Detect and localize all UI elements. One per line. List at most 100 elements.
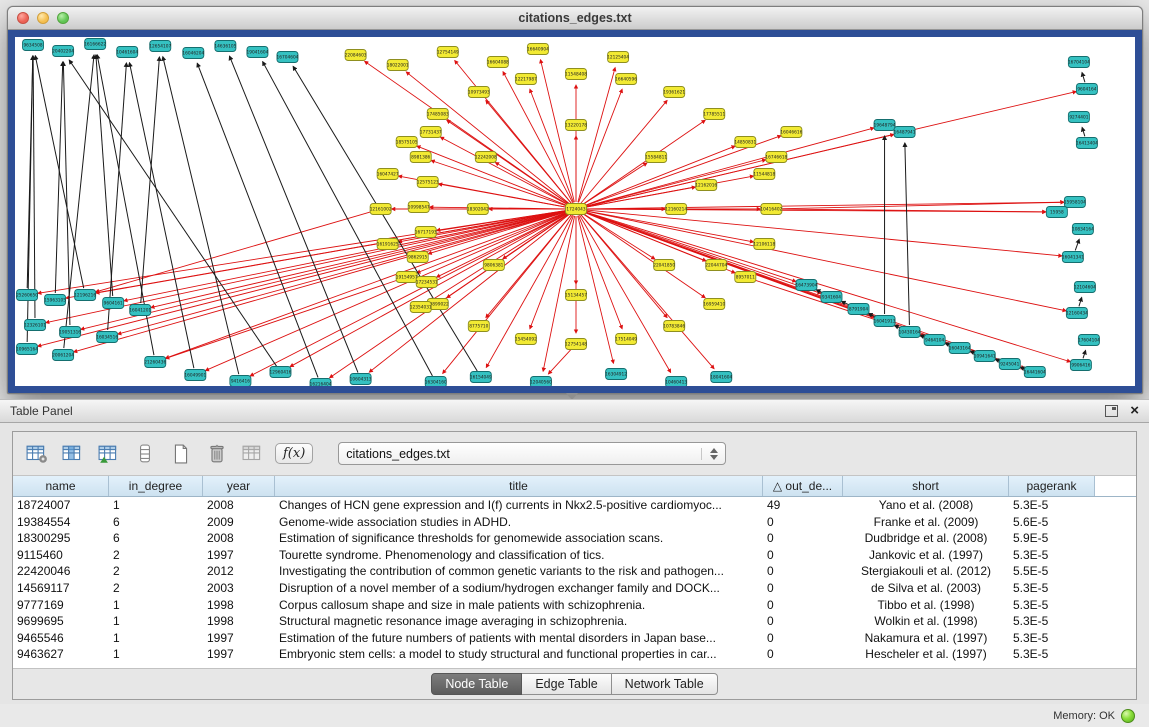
column-header-in_degree[interactable]: in_degree <box>109 476 203 496</box>
graph-node[interactable]: 19361621 <box>663 87 685 98</box>
table-row[interactable]: 1938455462009Genome-wide association stu… <box>13 514 1136 531</box>
graph-node[interactable]: 19051316 <box>59 327 81 338</box>
graph-node[interactable]: 9341604 <box>821 292 842 303</box>
tab-edge-table[interactable]: Edge Table <box>522 673 611 695</box>
graph-node[interactable]: 15584811 <box>645 152 667 163</box>
graph-node[interactable]: 9604161 <box>103 298 124 309</box>
float-panel-icon[interactable] <box>1105 405 1118 417</box>
graph-node[interactable]: 8775710 <box>468 321 489 332</box>
graph-node[interactable]: 12754148 <box>565 339 587 350</box>
graph-node[interactable]: 16704604 <box>277 52 299 63</box>
graph-node[interactable]: 16441604 <box>1024 367 1046 378</box>
graph-node[interactable]: 14850831 <box>734 137 756 148</box>
graph-node[interactable]: 21260436 <box>144 357 166 368</box>
table-body[interactable]: 1872400712008Changes of HCN gene express… <box>13 497 1136 668</box>
network-canvas[interactable]: 1724043115484081221798710973493174850831… <box>15 37 1135 386</box>
graph-node[interactable]: 10783846 <box>663 321 685 332</box>
graph-node[interactable]: 8957011 <box>735 272 756 283</box>
graph-node[interactable]: 16034516 <box>96 332 118 343</box>
column-header-short[interactable]: short <box>843 476 1009 496</box>
graph-node[interactable]: 11544818 <box>753 169 775 180</box>
graph-node[interactable]: 18041604 <box>710 372 732 383</box>
graph-node[interactable]: 12040560 <box>530 377 552 387</box>
graph-node[interactable]: 15958 <box>1046 207 1067 218</box>
graph-node[interactable]: 10965164 <box>16 344 38 355</box>
graph-node[interactable]: 10416402 <box>760 204 782 215</box>
graph-node[interactable]: 16041201 <box>129 305 151 316</box>
graph-node[interactable]: 9245041 <box>999 359 1020 370</box>
graph-node[interactable]: 16413404 <box>1076 138 1098 149</box>
graph-node[interactable]: 12326101 <box>24 320 46 331</box>
graph-node[interactable]: 16473904 <box>795 280 817 291</box>
graph-node[interactable]: 12196216 <box>74 290 96 301</box>
graph-node[interactable]: 15134457 <box>565 290 587 301</box>
graph-node[interactable]: 25260650 <box>16 290 38 301</box>
graph-node[interactable]: 22084603 <box>345 50 367 61</box>
graph-node[interactable]: 16216404 <box>310 379 332 387</box>
graph-node[interactable]: 10460413 <box>665 377 687 387</box>
graph-node[interactable]: 18022001 <box>387 60 409 71</box>
graph-node[interactable]: 14636105 <box>214 41 236 52</box>
graph-node[interactable]: 11548408 <box>565 69 587 80</box>
show-columns-button[interactable] <box>59 441 86 466</box>
graph-node[interactable]: 16717193 <box>415 227 437 238</box>
graph-node[interactable]: 12160434 <box>1066 308 1088 319</box>
graph-node[interactable]: 9274401 <box>1068 112 1089 123</box>
graph-node[interactable]: 9906416 <box>1070 360 1091 371</box>
table-row[interactable]: 969969511998Structural magnetic resonanc… <box>13 613 1136 630</box>
graph-node[interactable]: 12242008 <box>475 152 497 163</box>
graph-node[interactable]: 16166622 <box>84 39 106 50</box>
graph-node[interactable]: 17485083 <box>427 109 449 120</box>
graph-node[interactable]: 10941641 <box>974 351 996 362</box>
graph-node[interactable]: 12575123 <box>417 177 439 188</box>
function-builder-button[interactable]: f(x) <box>275 443 313 464</box>
graph-node[interactable]: 15454092 <box>515 334 537 345</box>
graph-node[interactable]: 19154957 <box>396 272 418 283</box>
graph-node[interactable]: 9634508 <box>23 40 44 51</box>
graph-node[interactable]: 10973493 <box>468 87 490 98</box>
graph-node[interactable]: 15963105 <box>44 295 66 306</box>
table-settings-button[interactable] <box>23 441 50 466</box>
graph-node[interactable]: 18575105 <box>396 137 418 148</box>
graph-node[interactable]: 8981386 <box>410 152 431 163</box>
graph-node[interactable]: 13220178 <box>565 120 587 131</box>
network-window-titlebar[interactable]: citations_edges.txt <box>8 7 1142 30</box>
graph-node[interactable]: 12161002 <box>370 204 392 215</box>
graph-node[interactable]: 12217987 <box>515 74 537 85</box>
graph-node[interactable]: 16154049 <box>470 372 492 383</box>
column-header-year[interactable]: year <box>203 476 275 496</box>
table-select-dropdown[interactable]: citations_edges.txt <box>338 442 726 465</box>
table-row[interactable]: 1456911722003Disruption of a novel membe… <box>13 580 1136 597</box>
table-row[interactable]: 2242004622012Investigating the contribut… <box>13 563 1136 580</box>
graph-node[interactable]: 12162016 <box>695 180 717 191</box>
graph-node[interactable]: 16746618 <box>765 152 787 163</box>
column-header-title[interactable]: title <box>275 476 763 496</box>
new-document-button[interactable] <box>167 441 194 466</box>
graph-node[interactable]: 16704104 <box>1068 57 1090 68</box>
graph-node[interactable]: 12654107 <box>149 41 171 52</box>
import-table-button[interactable] <box>95 441 122 466</box>
graph-node[interactable]: 12125404 <box>607 52 629 63</box>
graph-node[interactable]: 12960416 <box>270 367 292 378</box>
graph-node[interactable]: 16047427 <box>377 169 399 180</box>
graph-node[interactable]: 20402204 <box>52 46 74 57</box>
graph-node[interactable]: 10604313 <box>350 374 372 385</box>
graph-node[interactable]: 16640596 <box>615 74 637 85</box>
graph-node[interactable]: 16191625 <box>377 239 399 250</box>
table-row[interactable]: 946554611997Estimation of the future num… <box>13 630 1136 647</box>
graph-node[interactable]: 16046616 <box>780 127 802 138</box>
graph-node[interactable]: 17731437 <box>420 127 442 138</box>
graph-node[interactable]: 16304912 <box>605 369 627 380</box>
close-panel-icon[interactable]: × <box>1130 405 1139 417</box>
network-graph[interactable]: 1724043115484081221798710973493174850831… <box>15 37 1135 386</box>
column-button[interactable] <box>131 441 158 466</box>
graph-node[interactable]: 20061204 <box>52 350 74 361</box>
graph-node[interactable]: 9604164 <box>1076 84 1097 95</box>
graph-node[interactable]: 8791904 <box>848 304 869 315</box>
graph-node[interactable]: 16041913 <box>874 316 896 327</box>
column-header-out_degree[interactable]: △ out_de... <box>763 476 843 496</box>
graph-node[interactable]: 16487941 <box>894 127 916 138</box>
graph-node[interactable]: 22044704 <box>705 260 727 271</box>
graph-node[interactable]: 19648794 <box>874 120 896 131</box>
graph-node[interactable]: 17514049 <box>615 334 637 345</box>
